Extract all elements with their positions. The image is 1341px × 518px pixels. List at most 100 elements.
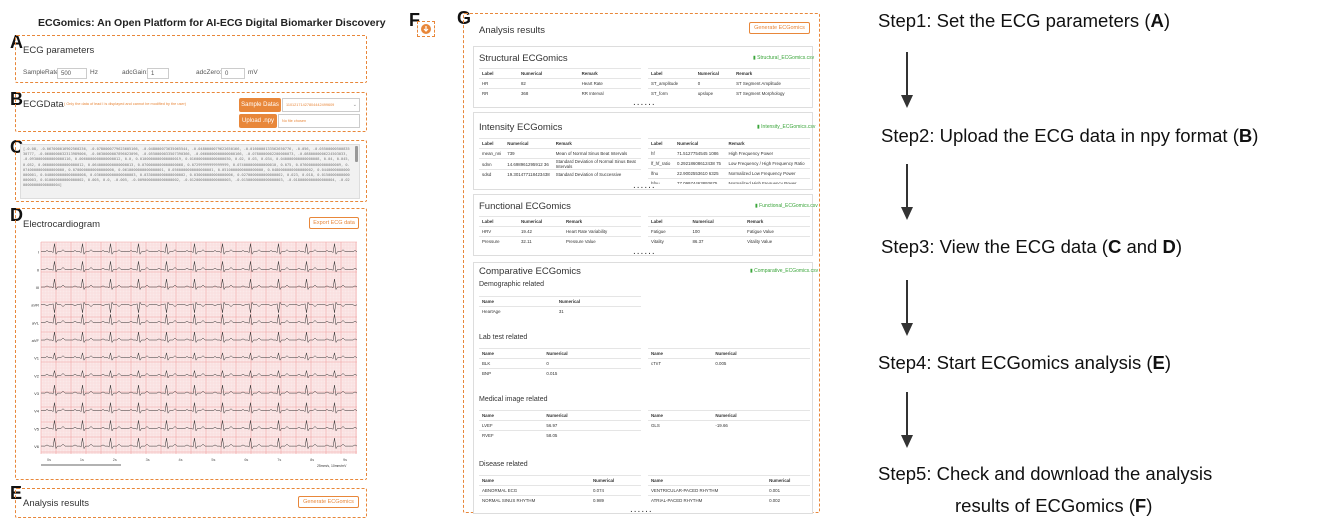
table-row: sdsd 19.301477118423438 Standard Deviation… bbox=[479, 169, 641, 180]
intensity-right-wrap: Label Numerical Remark hf 71.5127754545 1086… bbox=[648, 138, 810, 184]
column-header: Remark bbox=[744, 216, 810, 227]
table-cell: Vitality bbox=[648, 236, 690, 247]
table-header-row: Name Numerical bbox=[648, 410, 810, 421]
table-cell: 19.42 bbox=[517, 226, 563, 237]
column-header: Numerical bbox=[694, 68, 734, 79]
step-1-text: Step1: Set the ECG parameters (A) bbox=[878, 10, 1170, 32]
table-cell: Vitality Value bbox=[744, 236, 810, 247]
comparative-csv-link[interactable]: ▮ Comparative_ECGomics.csv bbox=[750, 268, 818, 274]
step-text: ) bbox=[1164, 352, 1172, 373]
step-panel-letter: C bbox=[1107, 236, 1122, 257]
upload-file-field[interactable]: No file chosen bbox=[278, 114, 360, 128]
medical-title: Medical image related bbox=[479, 396, 548, 403]
adc-gain-input[interactable]: 1 bbox=[147, 68, 169, 79]
generate-ecgomics-button-e[interactable]: Generate ECGomics bbox=[298, 496, 359, 508]
table-row: mean_nni 739 Mean of Normal Sinus Beat Int… bbox=[479, 148, 641, 159]
sample-rate-unit: Hz bbox=[90, 69, 98, 76]
column-header: Name bbox=[479, 296, 556, 307]
table-row: HeartAge 31 bbox=[479, 306, 641, 317]
table-cell: 58.05 bbox=[543, 430, 641, 441]
table-cell: Heart Rate Variability bbox=[562, 226, 641, 237]
time-tick: 2s bbox=[113, 458, 117, 462]
column-header: Label bbox=[648, 68, 695, 79]
ecg-chart: I II III aVR aVL aVF V1 V2 V3 V4 V5 V6 0s 1s 2s 3s 4s 5s 6… bbox=[27, 240, 361, 472]
table-row: sdnn 14.698961295912 36 Standard Deviation… bbox=[479, 158, 641, 170]
intensity-csv-label: Intensity_ECGomics.csv bbox=[761, 124, 816, 130]
file-icon: ▮ bbox=[753, 55, 756, 61]
comparative-csv-label: Comparative_ECGomics.csv bbox=[754, 268, 819, 274]
table-row: VENTRICULAR-PACED RHYTHM 0.001 bbox=[648, 485, 810, 496]
table-row: ABNORMAL ECG 0.074 bbox=[479, 485, 641, 496]
table-cell: mean_nni bbox=[479, 148, 505, 159]
table-cell: 0.005 bbox=[712, 358, 810, 369]
table-cell: Pressure bbox=[479, 236, 518, 247]
table-cell: Heart Rate bbox=[578, 78, 641, 89]
table-header-row: Label Numerical Remark bbox=[479, 68, 641, 79]
column-header: Name bbox=[479, 410, 544, 421]
time-tick: 4s bbox=[179, 458, 183, 462]
step-text: ) bbox=[1146, 495, 1153, 516]
table-cell: Standard Deviation of Successive bbox=[552, 169, 641, 180]
table-cell: Low Frequency / High Frequency Ratio bbox=[725, 158, 810, 169]
sample-rate-input[interactable]: 500 bbox=[57, 68, 87, 79]
table-cell: hf bbox=[648, 148, 675, 159]
intensity-more-dots: ...... bbox=[633, 180, 656, 191]
upload-npy-button[interactable]: Upload .npy bbox=[239, 114, 277, 128]
demographic-table: Name Numerical HeartAge 31 bbox=[479, 296, 641, 317]
generate-ecgomics-button[interactable]: Generate ECGomics bbox=[749, 22, 810, 34]
table-header-row: Name Numerical bbox=[648, 475, 810, 486]
column-header: Label bbox=[648, 138, 675, 149]
raw-scrollbar[interactable] bbox=[355, 146, 358, 162]
export-ecg-button[interactable]: Export ECG data bbox=[309, 217, 359, 229]
table-cell: 368 bbox=[517, 88, 579, 99]
raw-data-textarea[interactable]: [-0.08, -0.067000016902560236, -0.078000… bbox=[20, 144, 360, 199]
download-icon[interactable] bbox=[417, 21, 435, 37]
table-header-row: Label Numerical Remark bbox=[648, 138, 810, 149]
table-header-row: Name Numerical bbox=[479, 475, 641, 486]
medical-table-right: Name Numerical GLS -19.66 bbox=[648, 410, 810, 431]
table-cell: lf_hf_ratio bbox=[648, 158, 675, 169]
time-tick: 0s bbox=[47, 458, 51, 462]
app-title: ECGomics: An Open Platform for AI-ECG Di… bbox=[38, 17, 386, 29]
table-cell: lfnu bbox=[648, 168, 675, 179]
table-cell: 31 bbox=[555, 306, 641, 317]
column-header: Name bbox=[648, 348, 713, 359]
table-cell: Fatigue Value bbox=[744, 226, 810, 237]
table-cell: HRV bbox=[479, 226, 518, 237]
intensity-title: Intensity ECGomics bbox=[479, 122, 563, 133]
intensity-csv-link[interactable]: ▮ Intensity_ECGomics.csv bbox=[757, 124, 815, 130]
step-text: ) bbox=[1175, 236, 1183, 257]
table-cell: 100 bbox=[689, 226, 745, 237]
step-text: Step4: Start ECGomics analysis ( bbox=[878, 352, 1153, 373]
table-row: hf 71.5127754545 1086 High Frequency Power bbox=[648, 148, 810, 159]
table-cell: 56.97 bbox=[543, 420, 641, 431]
functional-table-right: Label Numerical Remark Fatigue 100 Fatigue Va… bbox=[648, 216, 810, 247]
sample-datas-button[interactable]: Sample Datas bbox=[239, 98, 281, 112]
sample-select[interactable]: 11012171427804442499609 ⌄ bbox=[282, 98, 360, 112]
column-header: Label bbox=[479, 68, 518, 79]
disease-table-left: Name Numerical ABNORMAL ECG 0.074 NORMAL SIN… bbox=[479, 475, 641, 506]
step-text: results of ECGomics ( bbox=[955, 495, 1135, 516]
table-row: RVEF 58.05 bbox=[479, 430, 641, 441]
step-panel-letter: D bbox=[1162, 236, 1176, 257]
column-header: Numerical bbox=[555, 296, 641, 307]
table-cell: 0.29218608612438 75 bbox=[674, 158, 726, 169]
column-header: Numerical bbox=[504, 138, 553, 149]
table-cell: ABNORMAL ECG bbox=[479, 485, 590, 496]
table-row: BNP 0.015 bbox=[479, 368, 641, 379]
step-text: Step3: View the ECG data ( bbox=[881, 236, 1108, 257]
column-header: Numerical bbox=[517, 68, 579, 79]
column-header: Label bbox=[479, 216, 518, 227]
step-text: Step1: Set the ECG parameters ( bbox=[878, 10, 1151, 31]
table-cell: 0.074 bbox=[589, 485, 641, 496]
structural-csv-link[interactable]: ▮ Structural_ECGomics.csv bbox=[753, 55, 814, 61]
column-header: Name bbox=[648, 410, 713, 421]
adc-zero-input[interactable]: 0 bbox=[221, 68, 245, 79]
table-cell: 739 bbox=[504, 148, 553, 159]
functional-csv-link[interactable]: ▮ Functional_ECGomics.csv bbox=[755, 203, 818, 209]
functional-more-dots: ...... bbox=[633, 246, 656, 257]
table-header-row: Label Numerical Remark bbox=[648, 68, 810, 79]
structural-table-right: Label Numerical Remark ST_amplitude 0 ST Segm… bbox=[648, 68, 810, 99]
scale-note: 25mm/s, 10mm/mV bbox=[317, 464, 347, 468]
intensity-table-left: Label Numerical Remark mean_nni 739 Mean of N… bbox=[479, 138, 641, 180]
